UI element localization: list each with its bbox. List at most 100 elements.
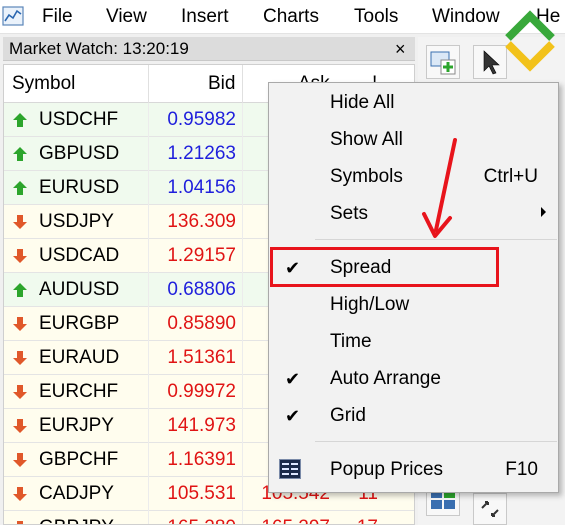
arrow-up-icon: [13, 283, 27, 297]
cell-divider: [148, 239, 149, 273]
arrow-down-icon: [13, 385, 27, 399]
column-header-bid[interactable]: Bid: [208, 73, 235, 95]
menu-item-label: Show All: [330, 129, 403, 150]
arrow-down-icon: [13, 351, 27, 365]
bid-price: 141.973: [167, 415, 236, 436]
cell-divider: [242, 511, 243, 524]
bid-price: 136.309: [167, 211, 236, 232]
menu-charts[interactable]: Charts: [263, 6, 319, 28]
menu-item-symbols[interactable]: Symbols Ctrl+U: [269, 160, 558, 194]
ask-price: 165.297: [256, 517, 330, 524]
symbol-name: EURJPY: [39, 415, 114, 436]
bid-price: 105.531: [167, 483, 236, 504]
bid-price: 0.85890: [167, 313, 236, 334]
bid-price: 1.21263: [167, 143, 236, 164]
menu-item-label: Hide All: [330, 92, 395, 113]
cell-divider: [242, 273, 243, 307]
column-divider[interactable]: [148, 65, 149, 103]
menu-item-label: High/Low: [330, 294, 410, 315]
arrow-down-icon: [13, 487, 27, 501]
new-chart-icon: [430, 51, 456, 75]
cell-divider: [148, 205, 149, 239]
arrow-up-icon: [13, 113, 27, 127]
arrange-icon: [481, 501, 499, 517]
cell-divider: [148, 375, 149, 409]
cell-divider: [242, 443, 243, 477]
bid-price: 0.99972: [167, 381, 236, 402]
arrow-down-icon: [13, 249, 27, 263]
cell-divider: [148, 273, 149, 307]
bid-price: 1.51361: [167, 347, 236, 368]
menu-item-auto-arrange[interactable]: ✔ Auto Arrange: [269, 362, 558, 396]
bid-price: 0.68806: [167, 279, 236, 300]
context-menu: Hide All Show All Symbols Ctrl+U Sets ✔ …: [268, 82, 559, 493]
arrow-down-icon: [13, 317, 27, 331]
menu-item-label: Auto Arrange: [330, 368, 441, 389]
menu-tools[interactable]: Tools: [354, 6, 398, 28]
menu-item-time[interactable]: Time: [269, 325, 558, 359]
bid-price: 1.04156: [167, 177, 236, 198]
checkmark-icon: ✔: [285, 406, 301, 426]
brand-logo-icon: [505, 10, 555, 72]
market-watch-title: Market Watch: 13:20:19: [9, 39, 189, 58]
bid-price: 165.280: [154, 517, 236, 524]
spread-highlight-box: [270, 247, 499, 287]
cell-divider: [148, 103, 149, 137]
symbol-name: GBPUSD: [39, 143, 120, 164]
symbol-name: USDJPY: [39, 211, 114, 232]
cell-divider: [242, 103, 243, 137]
menu-item-grid[interactable]: ✔ Grid: [269, 399, 558, 433]
menu-view[interactable]: View: [106, 6, 147, 28]
arrow-up-icon: [13, 181, 27, 195]
cell-divider: [242, 205, 243, 239]
cell-divider: [148, 511, 149, 524]
menu-bar: File View Insert Charts Tools Window He: [0, 0, 565, 34]
menu-item-sets[interactable]: Sets: [269, 197, 558, 231]
cell-divider: [242, 341, 243, 375]
menu-window[interactable]: Window: [432, 6, 500, 28]
symbol-name: AUDUSD: [39, 279, 120, 300]
symbol-name: EURUSD: [39, 177, 120, 198]
menu-item-label: Sets: [330, 203, 369, 224]
menu-file[interactable]: File: [42, 6, 73, 28]
menu-item-popup-prices[interactable]: Popup Prices F10: [269, 453, 558, 487]
cell-divider: [148, 307, 149, 341]
popup-prices-icon: [279, 459, 301, 479]
checkmark-icon: ✔: [285, 369, 301, 389]
cell-divider: [148, 409, 149, 443]
cell-divider: [242, 409, 243, 443]
cell-divider: [148, 171, 149, 205]
menu-item-shortcut: Ctrl+U: [483, 166, 538, 187]
arrow-down-icon: [17, 521, 23, 524]
app-chart-icon[interactable]: [2, 5, 24, 27]
menu-item-show-all[interactable]: Show All: [269, 123, 558, 157]
menu-item-high-low[interactable]: High/Low: [269, 288, 558, 322]
menu-item-label: Popup Prices: [330, 459, 444, 480]
bid-price: 0.95982: [167, 109, 236, 130]
symbol-name: USDCHF: [39, 109, 119, 130]
table-row[interactable]: GBPJPY 165.280 165.297 17: [4, 511, 414, 524]
menu-item-label: Time: [330, 331, 372, 352]
menu-item-label: Symbols: [330, 166, 403, 187]
symbol-name: EURCHF: [39, 381, 119, 402]
submenu-arrow-icon: [541, 207, 546, 217]
menu-item-label: Grid: [330, 405, 366, 426]
arrow-down-icon: [13, 215, 27, 229]
cell-divider: [242, 239, 243, 273]
symbol-name: CADJPY: [39, 483, 114, 504]
cell-divider: [242, 477, 243, 511]
menu-item-shortcut: F10: [505, 459, 538, 480]
new-chart-button[interactable]: [426, 45, 460, 79]
cell-divider: [242, 375, 243, 409]
menu-insert[interactable]: Insert: [181, 6, 229, 28]
cell-divider: [148, 443, 149, 477]
bid-price: 1.29157: [167, 245, 236, 266]
arrow-down-icon: [13, 419, 27, 433]
symbol-name: EURGBP: [39, 313, 120, 334]
arrange-button[interactable]: [473, 493, 507, 525]
column-divider[interactable]: [242, 65, 243, 103]
bid-price: 1.16391: [167, 449, 236, 470]
close-icon[interactable]: ×: [395, 38, 406, 60]
column-header-symbol[interactable]: Symbol: [12, 73, 75, 95]
menu-item-hide-all[interactable]: Hide All: [269, 86, 558, 120]
